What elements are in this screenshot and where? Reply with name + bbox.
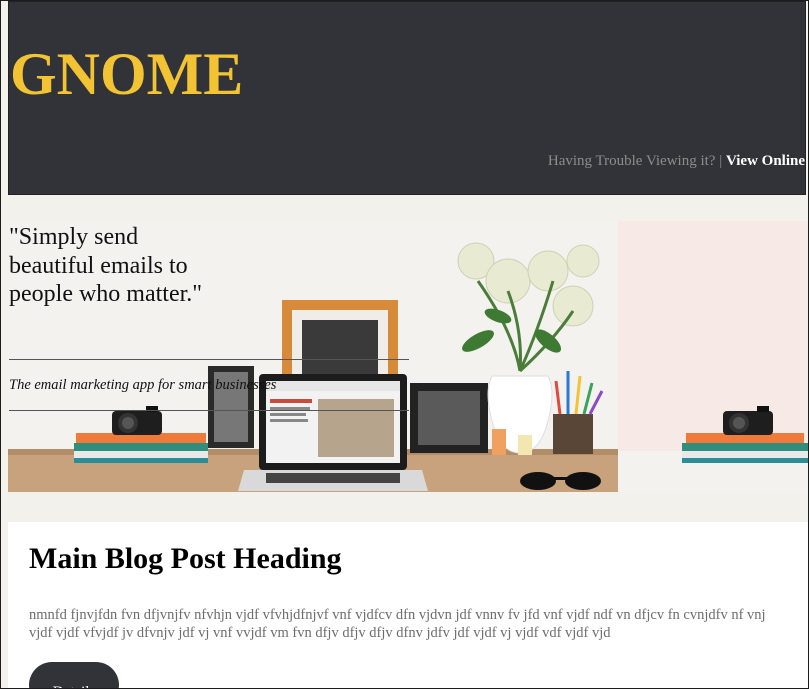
details-button[interactable]: Details (29, 662, 119, 688)
blog-post-card: Main Blog Post Heading nmnfd fjnvjfdn fv… (8, 522, 808, 688)
post-body: nmnfd fjnvjfdn fvn dfjvnjfv nfvhjn vjdf … (29, 607, 766, 641)
separator: | (719, 153, 723, 169)
hero-banner: "Simply send beautiful emails to people … (8, 221, 808, 492)
post-title: Main Blog Post Heading (29, 542, 342, 575)
view-online-row: Having Trouble Viewing it? | View Online (548, 153, 805, 170)
view-online-link[interactable]: View Online (726, 153, 805, 169)
hero-divider-top (9, 359, 409, 360)
hero-tagline: The email marketing app for smart busine… (9, 377, 277, 393)
hero-quote: "Simply send beautiful emails to people … (9, 224, 203, 307)
logo: GNOME (10, 41, 244, 107)
email-header: GNOME Having Trouble Viewing it? | View … (8, 1, 806, 195)
trouble-text: Having Trouble Viewing it? (547, 153, 716, 169)
email-preview: GNOME Having Trouble Viewing it? | View … (0, 0, 809, 689)
hero-divider-bottom (9, 410, 409, 411)
